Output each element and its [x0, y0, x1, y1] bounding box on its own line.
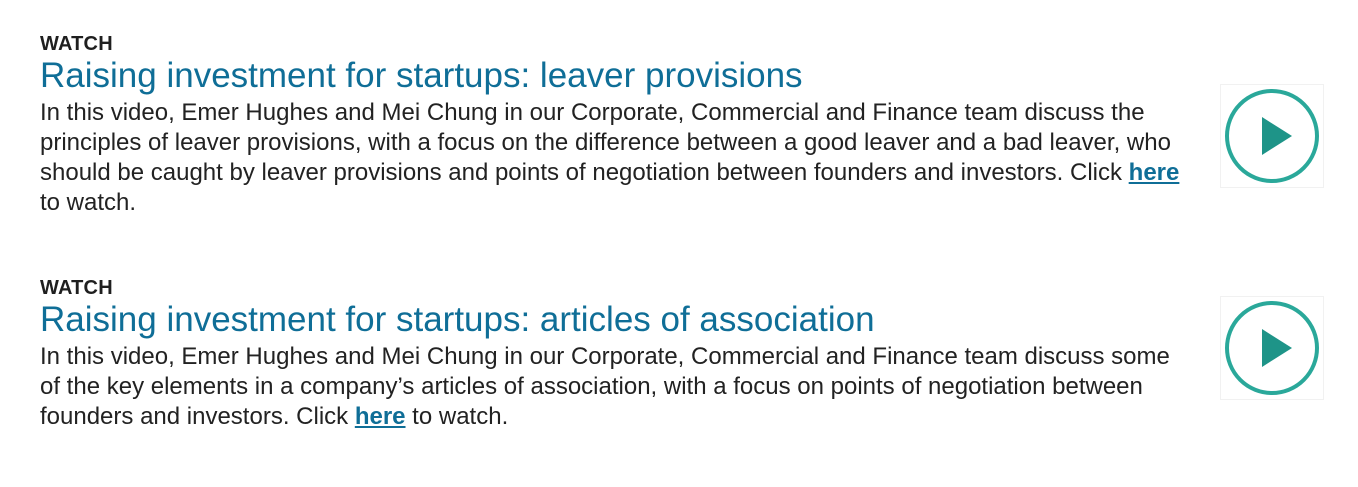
- play-button[interactable]: [1220, 296, 1324, 400]
- watch-kicker: WATCH: [40, 277, 113, 299]
- play-icon: [1225, 89, 1319, 183]
- video-item-articles-of-association: WATCH Raising investment for startups: a…: [40, 276, 1330, 432]
- video-title[interactable]: Raising investment for startups: leaver …: [40, 56, 1330, 96]
- video-description: In this video, Emer Hughes and Mei Chung…: [40, 98, 1180, 218]
- description-text: In this video, Emer Hughes and Mei Chung…: [40, 99, 1171, 186]
- watch-here-link[interactable]: here: [1129, 159, 1180, 186]
- play-button[interactable]: [1220, 84, 1324, 188]
- play-icon: [1225, 301, 1319, 395]
- watch-here-link[interactable]: here: [355, 403, 406, 430]
- video-title[interactable]: Raising investment for startups: article…: [40, 300, 1330, 340]
- description-suffix: to watch.: [40, 189, 137, 216]
- video-item-leaver-provisions: WATCH Raising investment for startups: l…: [40, 32, 1330, 218]
- description-text: In this video, Emer Hughes and Mei Chung…: [40, 343, 1170, 430]
- description-suffix: to watch.: [405, 403, 509, 430]
- watch-kicker: WATCH: [40, 33, 113, 55]
- video-description: In this video, Emer Hughes and Mei Chung…: [40, 342, 1180, 432]
